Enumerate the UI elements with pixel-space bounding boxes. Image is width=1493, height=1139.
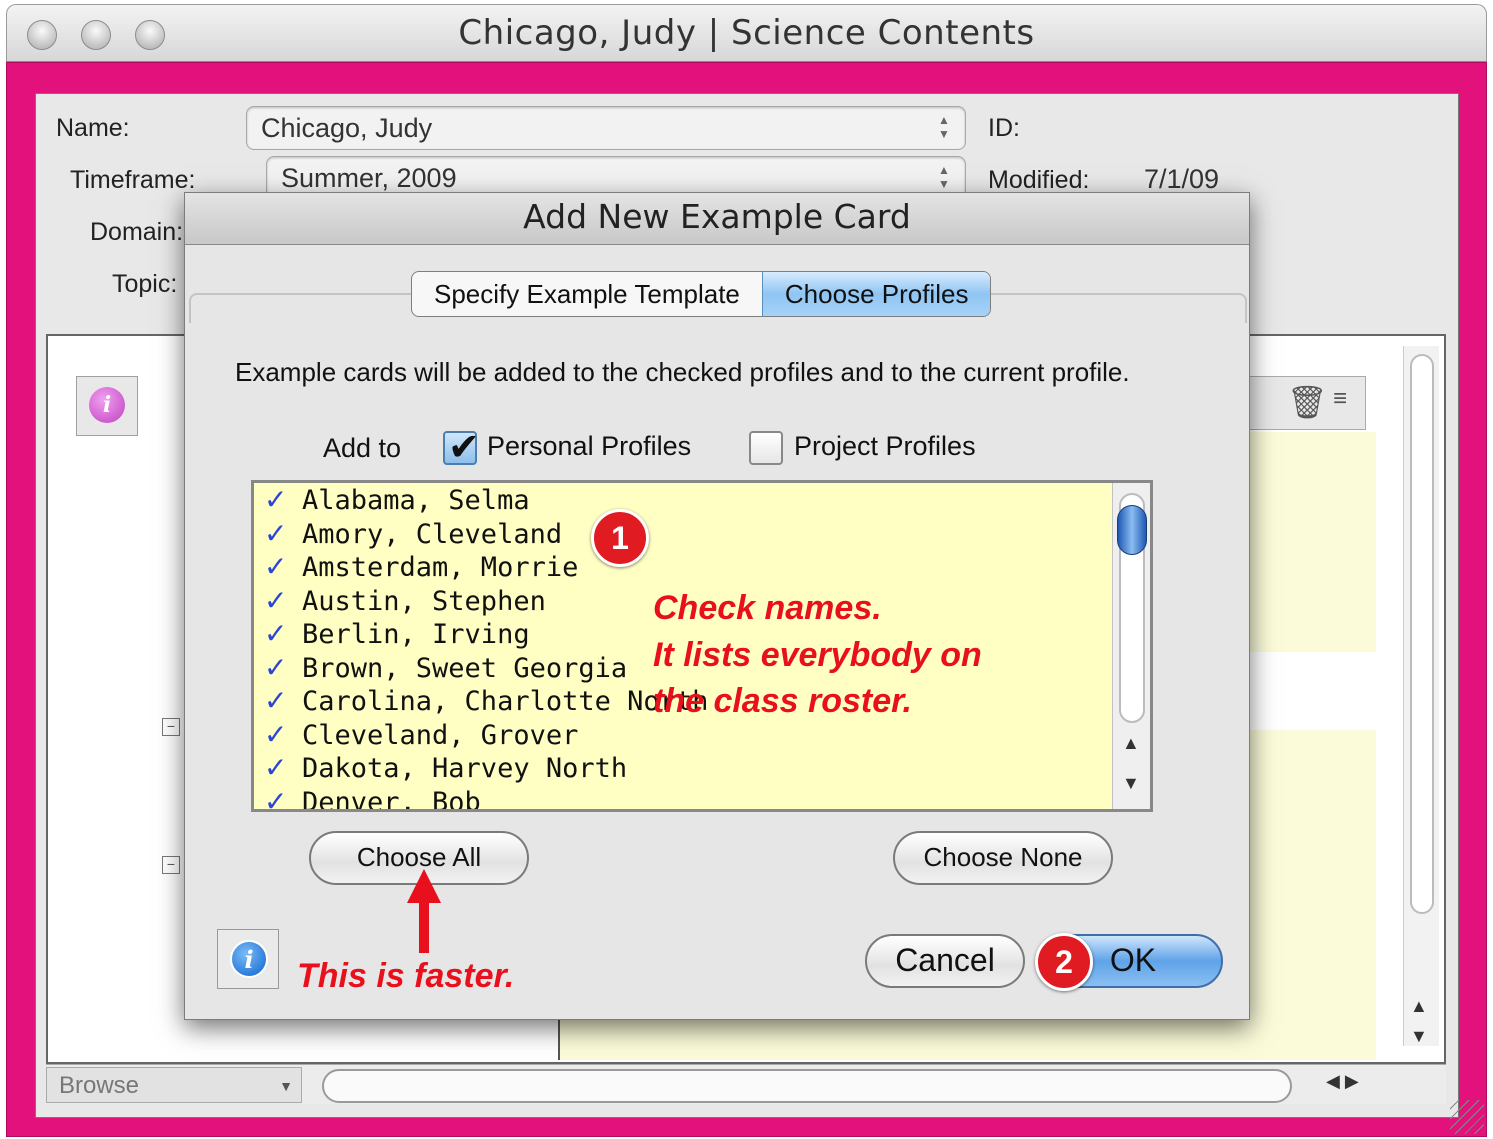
list-item[interactable]: ✓ Dakota, Harvey North: [264, 751, 627, 785]
timeframe-value: Summer, 2009: [281, 163, 457, 193]
resize-handle[interactable]: [1450, 1100, 1484, 1134]
name-select[interactable]: Chicago, Judy ▲ ▼: [246, 106, 966, 150]
modified-label: Modified:: [988, 166, 1090, 194]
info-icon: i: [89, 387, 125, 423]
list-item[interactable]: ✓ Denver, Bob: [264, 785, 481, 809]
name-label: Name:: [56, 114, 130, 142]
timeframe-label: Timeframe:: [70, 166, 196, 194]
bottom-bar: Browse ▼ ◀ ▶: [46, 1064, 1446, 1104]
info-button[interactable]: i: [217, 929, 279, 989]
checkmark-icon[interactable]: ✓: [264, 550, 302, 584]
tab-choose-profiles[interactable]: Choose Profiles: [761, 272, 991, 316]
scroll-down-arrow-icon[interactable]: ▼: [1122, 773, 1140, 794]
list-item[interactable]: ✓ Amsterdam, Morrie: [264, 550, 578, 584]
card-panel-upper: [1246, 432, 1376, 652]
browse-label: Browse: [59, 1072, 140, 1099]
scroll-up-arrow-icon[interactable]: ▲: [1122, 733, 1140, 754]
personal-profiles-label[interactable]: Personal Profiles: [487, 431, 691, 462]
list-item[interactable]: ✓ Brown, Sweet Georgia: [264, 651, 627, 685]
dialog-title: Add New Example Card: [185, 193, 1249, 245]
checkmark-icon[interactable]: ✓: [264, 584, 302, 618]
list-item[interactable]: ✓ Cleveland, Grover: [264, 718, 578, 752]
list-item[interactable]: ✓ Alabama, Selma: [264, 483, 530, 517]
annotation-faster: This is faster.: [297, 957, 515, 995]
domain-label: Domain:: [90, 218, 184, 246]
filter-icon[interactable]: ≡: [1333, 385, 1347, 413]
scroll-track[interactable]: [1410, 354, 1434, 914]
personal-profiles-checkbox[interactable]: [443, 425, 480, 470]
collapse-icon[interactable]: −: [162, 718, 180, 736]
project-profiles-label[interactable]: Project Profiles: [794, 431, 976, 462]
dialog-description: Example cards will be added to the check…: [235, 357, 1130, 387]
title-bar[interactable]: Chicago, Judy | Science Contents: [6, 4, 1487, 62]
list-scroll-thumb[interactable]: [1117, 505, 1147, 555]
cancel-button[interactable]: Cancel: [865, 934, 1025, 988]
info-button-background[interactable]: i: [76, 376, 138, 436]
scroll-down-arrow-icon[interactable]: ▼: [1410, 1026, 1428, 1047]
horizontal-scrollbar[interactable]: [322, 1069, 1292, 1103]
stepper-icon: ▲ ▼: [938, 163, 950, 191]
scroll-up-arrow-icon[interactable]: ▲: [1410, 996, 1428, 1017]
arrow-annotation-icon: [407, 869, 441, 953]
list-item[interactable]: ✓ Carolina, Charlotte North: [264, 684, 708, 718]
annotation-lists-everybody: It lists everybody on: [653, 636, 982, 674]
checkmark-icon[interactable]: ✓: [264, 718, 302, 752]
checkmark-icon[interactable]: ✓: [264, 617, 302, 651]
tab-bar: Specify Example Template Choose Profiles: [411, 271, 992, 317]
browse-menu[interactable]: Browse ▼: [46, 1067, 302, 1103]
add-example-card-dialog: Add New Example Card Specify Example Tem…: [184, 192, 1250, 1020]
step-badge-2: 2: [1035, 933, 1093, 991]
trash-icon[interactable]: 🗑: [1287, 383, 1328, 421]
modified-value: 7/1/09: [1144, 164, 1220, 194]
stepper-icon: ▲ ▼: [938, 113, 950, 141]
topic-label: Topic:: [112, 270, 178, 298]
collapse-icon[interactable]: −: [162, 856, 180, 874]
checkmark-icon[interactable]: ✓: [264, 517, 302, 551]
step-badge-1: 1: [591, 509, 649, 567]
name-value: Chicago, Judy: [261, 113, 433, 143]
id-label: ID:: [988, 114, 1020, 142]
info-icon: i: [230, 940, 268, 978]
tab-specify-example-template[interactable]: Specify Example Template: [412, 272, 762, 316]
checkmark-icon[interactable]: ✓: [264, 751, 302, 785]
checkmark-icon[interactable]: ✓: [264, 483, 302, 517]
horizontal-scroll-arrows[interactable]: ◀ ▶: [1326, 1071, 1359, 1092]
checkmark-icon[interactable]: ✓: [264, 651, 302, 685]
list-scrollbar[interactable]: ▲ ▼: [1112, 483, 1150, 809]
checkmark-icon[interactable]: ✓: [264, 785, 302, 809]
annotation-check-names: Check names.: [653, 589, 882, 627]
list-item[interactable]: ✓ Berlin, Irving: [264, 617, 530, 651]
vertical-scrollbar[interactable]: ▲ ▼: [1403, 346, 1439, 1046]
project-profiles-checkbox[interactable]: [749, 431, 783, 465]
add-to-label: Add to: [323, 433, 402, 463]
list-item[interactable]: ✓ Amory, Cleveland: [264, 517, 562, 551]
checkmark-icon[interactable]: ✓: [264, 684, 302, 718]
annotation-class-roster: the class roster.: [653, 682, 912, 720]
toolbar-background: 🗑 ≡: [1246, 376, 1366, 430]
list-item[interactable]: ✓ Austin, Stephen: [264, 584, 546, 618]
choose-none-button[interactable]: Choose None: [893, 831, 1113, 885]
chevron-down-icon: ▼: [279, 1078, 293, 1094]
window-title: Chicago, Judy | Science Contents: [458, 13, 1035, 53]
